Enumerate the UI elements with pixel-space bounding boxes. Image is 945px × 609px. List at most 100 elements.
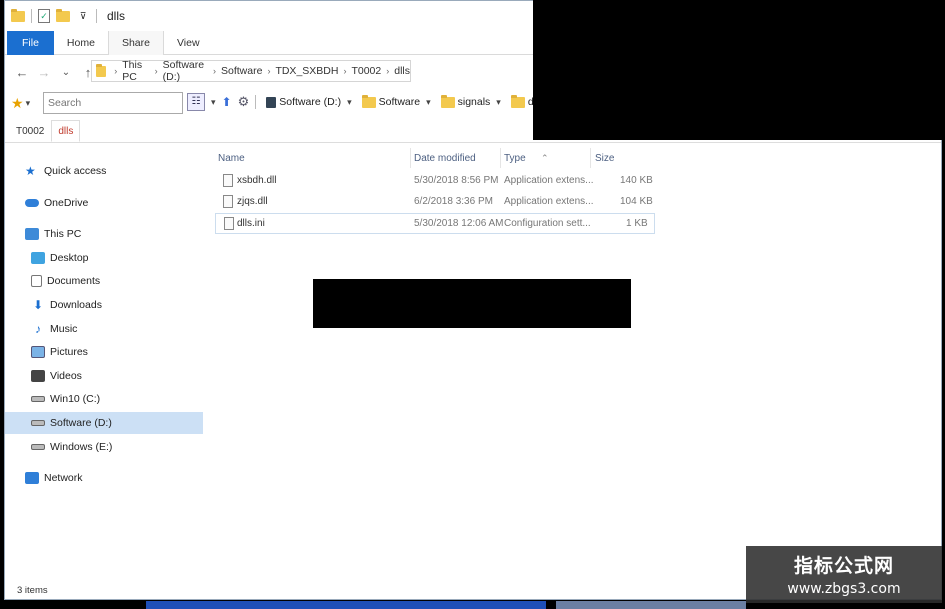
nav-item-label: Downloads [50, 299, 102, 311]
nav-item-quick-access[interactable]: ★ Quick access [5, 160, 203, 182]
tab-share[interactable]: Share [107, 31, 164, 55]
nav-item-label: Documents [47, 275, 101, 287]
breadcrumb-separator: › [154, 66, 158, 76]
breadcrumb-separator: › [267, 66, 271, 76]
drive-button[interactable]: Software (D:) [266, 96, 341, 108]
drive-icon [266, 96, 277, 108]
chevron-down-icon[interactable]: ▾ [347, 97, 352, 108]
file-size: 104 KB [620, 196, 653, 207]
back-button[interactable]: ← [15, 65, 29, 80]
file-name: dlls.ini [237, 218, 265, 229]
file-date: 5/30/2018 8:56 PM [414, 175, 499, 186]
file-date: 6/2/2018 3:36 PM [414, 196, 493, 207]
column-header-date-modified[interactable]: Date modified [414, 153, 476, 164]
watermark: 指标公式网 www.zbgs3.com [746, 546, 942, 603]
tab-view[interactable]: View [164, 31, 213, 55]
file-type: Application extens... [504, 196, 594, 207]
breadcrumb-separator: › [114, 66, 118, 76]
folder-icon [440, 94, 455, 108]
folder-button-software[interactable]: Software [361, 94, 421, 108]
nav-item-this-pc[interactable]: This PC [5, 223, 203, 245]
breadcrumb-tdx-sxbdh[interactable]: TDX_SXBDH [275, 65, 338, 77]
cloud-icon [25, 199, 39, 207]
watermark-url: www.zbgs3.com [787, 581, 901, 597]
file-row[interactable]: dlls.ini 5/30/2018 12:06 AM Configuratio… [215, 213, 655, 234]
folder-label: signals [457, 96, 491, 108]
file-name: xsbdh.dll [237, 175, 277, 186]
gear-icon[interactable]: ⚙ [238, 94, 250, 110]
status-bar-item-count: 3 items [17, 585, 48, 596]
navigation-pane: ★ Quick access OneDrive This PC Desktop … [5, 151, 203, 571]
file-type: Application extens... [504, 175, 594, 186]
ini-file-icon [224, 217, 234, 230]
column-header-size[interactable]: Size [595, 153, 614, 164]
breadcrumb-software-d[interactable]: Software (D:) [163, 59, 208, 83]
column-divider [500, 148, 501, 168]
file-row[interactable]: xsbdh.dll 5/30/2018 8:56 PM Application … [215, 171, 655, 192]
pictures-icon [31, 346, 45, 358]
nav-item-label: Quick access [44, 165, 107, 177]
folder-icon [11, 8, 25, 23]
breadcrumb-separator: › [213, 66, 216, 76]
up-level-icon[interactable]: ⬆ [222, 95, 232, 109]
chevron-down-icon[interactable]: ▾ [496, 97, 501, 108]
forward-button[interactable]: → [37, 65, 51, 80]
nav-item-onedrive[interactable]: OneDrive [5, 192, 203, 214]
nav-item-downloads[interactable]: ⬇ Downloads [5, 294, 203, 316]
file-list-header: Name Date modified Type ⌃ Size [215, 145, 655, 171]
nav-item-label: Videos [50, 370, 82, 382]
divider [31, 9, 32, 23]
toolbar-buttons: ☷ ▾ ⬆ ⚙ Software (D:) ▾ Software ▾ signa… [187, 93, 554, 111]
nav-item-software-d[interactable]: Software (D:) [5, 412, 203, 434]
folder-label: Software [378, 96, 421, 108]
tab-file[interactable]: File [7, 31, 54, 55]
folder-tab-t0002[interactable]: T0002 [9, 120, 51, 142]
breadcrumb-this-pc[interactable]: This PC [122, 59, 149, 83]
nav-item-music[interactable]: ♪ Music [5, 318, 203, 340]
customize-quick-access-icon[interactable]: ⊽ [76, 9, 90, 23]
favorites-dropdown-icon[interactable]: ▾ [26, 98, 31, 109]
taskbar-segment [146, 601, 546, 609]
address-bar[interactable]: › This PC › Software (D:) › Software › T… [91, 59, 411, 83]
nav-item-label: Pictures [50, 346, 88, 358]
sort-indicator-icon: ⌃ [541, 153, 549, 163]
nav-item-documents[interactable]: Documents [5, 270, 203, 292]
drive-icon [31, 396, 45, 402]
nav-item-desktop[interactable]: Desktop [5, 247, 203, 269]
folder-button-signals[interactable]: signals [440, 94, 491, 108]
breadcrumb-dlls[interactable]: dlls [394, 65, 410, 77]
file-list: Name Date modified Type ⌃ Size xsbdh.dll… [215, 145, 655, 234]
drive-icon [31, 444, 45, 450]
breadcrumb-software[interactable]: Software [221, 65, 262, 77]
column-header-type[interactable]: Type [504, 153, 526, 164]
nav-item-win10-c[interactable]: Win10 (C:) [5, 388, 203, 410]
folder-tab-dlls[interactable]: dlls [51, 120, 81, 142]
tab-home[interactable]: Home [54, 31, 108, 55]
view-dropdown-icon[interactable]: ▾ [211, 97, 216, 108]
computer-icon [25, 228, 39, 240]
nav-item-network[interactable]: Network [5, 467, 203, 489]
dll-file-icon [223, 195, 233, 208]
breadcrumb-t0002[interactable]: T0002 [351, 65, 381, 77]
favorites-star-icon[interactable]: ★ [11, 95, 24, 112]
properties-icon[interactable]: ✓ [38, 9, 50, 23]
chevron-down-icon[interactable]: ▾ [426, 97, 431, 108]
documents-icon [31, 275, 42, 287]
view-mode-icon[interactable]: ☷ [187, 93, 205, 111]
search-input[interactable] [43, 92, 183, 114]
file-name: zjqs.dll [237, 196, 268, 207]
column-header-name[interactable]: Name [218, 153, 245, 164]
nav-item-videos[interactable]: Videos [5, 365, 203, 387]
taskbar-segment [556, 601, 746, 609]
new-folder-icon[interactable] [56, 8, 70, 23]
nav-item-pictures[interactable]: Pictures [5, 341, 203, 363]
music-icon: ♪ [35, 322, 41, 336]
drive-label: Software (D:) [279, 96, 342, 108]
nav-item-label: Software (D:) [50, 417, 112, 429]
file-row[interactable]: zjqs.dll 6/2/2018 3:36 PM Application ex… [215, 192, 655, 213]
nav-item-label: Win10 (C:) [50, 393, 101, 405]
file-size: 140 KB [620, 175, 653, 186]
folder-icon [361, 94, 376, 108]
recent-locations-button[interactable]: ⌄ [59, 67, 73, 78]
nav-item-windows-e[interactable]: Windows (E:) [5, 436, 203, 458]
